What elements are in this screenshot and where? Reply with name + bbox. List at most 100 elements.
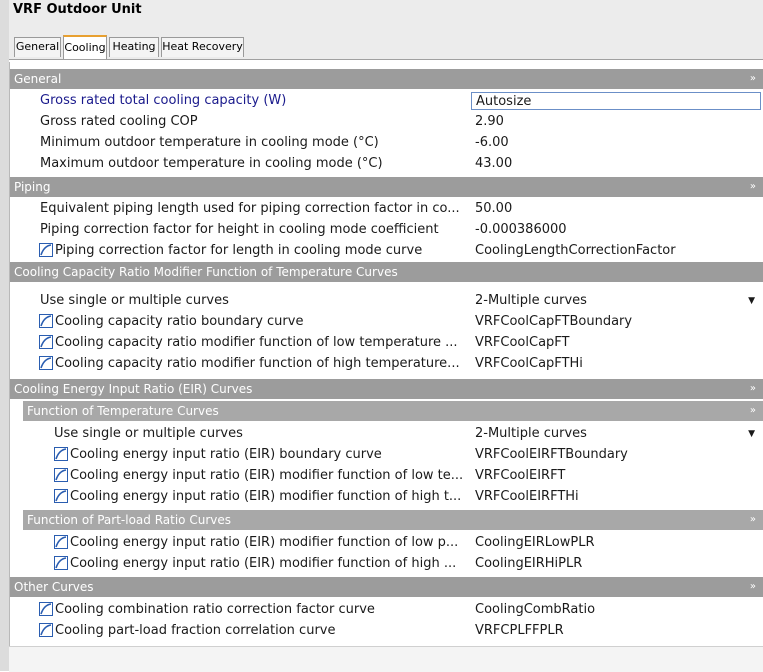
- tab-general[interactable]: General: [14, 37, 61, 57]
- section-eir-plr-curves[interactable]: Function of Part-load Ratio Curves »: [23, 510, 763, 530]
- property-label: Cooling energy input ratio (EIR) boundar…: [70, 447, 382, 462]
- eir-boundary-curve-value[interactable]: VRFCoolEIRFTBoundary: [471, 446, 761, 464]
- left-edge: [0, 0, 9, 671]
- row-cap-ratio-low-temp-curve[interactable]: Cooling capacity ratio modifier function…: [19, 332, 763, 353]
- collapse-chevron-icon[interactable]: »: [750, 510, 756, 530]
- curve-icon[interactable]: [54, 447, 68, 461]
- row-cap-ratio-high-temp-curve[interactable]: Cooling capacity ratio modifier function…: [19, 353, 763, 374]
- eir-low-plr-curve-value[interactable]: CoolingEIRLowPLR: [471, 534, 761, 552]
- row-eir-high-plr-curve[interactable]: Cooling energy input ratio (EIR) modifie…: [19, 553, 763, 574]
- section-general[interactable]: General »: [10, 69, 763, 89]
- row-eir-low-temp-curve[interactable]: Cooling energy input ratio (EIR) modifie…: [19, 465, 763, 486]
- property-label: Use single or multiple curves: [40, 293, 229, 308]
- collapse-chevron-icon[interactable]: »: [750, 177, 756, 197]
- piping-length-curve-value[interactable]: CoolingLengthCorrectionFactor: [471, 242, 761, 260]
- part-load-fraction-curve-value[interactable]: VRFCPLFFPLR: [471, 622, 761, 640]
- row-cap-use-single-multiple[interactable]: Use single or multiple curves 2-Multiple…: [19, 290, 763, 311]
- collapse-chevron-icon[interactable]: »: [750, 69, 756, 89]
- row-eir-use-single-multiple[interactable]: Use single or multiple curves 2-Multiple…: [19, 423, 763, 444]
- property-label: Cooling energy input ratio (EIR) modifie…: [70, 489, 462, 504]
- cap-ratio-low-temp-curve-value[interactable]: VRFCoolCapFT: [471, 334, 761, 352]
- row-eir-high-temp-curve[interactable]: Cooling energy input ratio (EIR) modifie…: [19, 486, 763, 507]
- property-label: Cooling combination ratio correction fac…: [55, 602, 375, 617]
- cap-ratio-boundary-curve-value[interactable]: VRFCoolCapFTBoundary: [471, 313, 761, 331]
- dropdown-arrow-icon[interactable]: ▼: [748, 425, 755, 443]
- curve-icon[interactable]: [39, 243, 53, 257]
- vrf-outdoor-unit-window: VRF Outdoor Unit General Cooling Heating…: [0, 0, 763, 672]
- section-eir-temperature-curves[interactable]: Function of Temperature Curves »: [23, 401, 763, 421]
- row-equivalent-piping-length[interactable]: Equivalent piping length used for piping…: [19, 198, 763, 219]
- property-label: Maximum outdoor temperature in cooling m…: [40, 156, 383, 171]
- title-bar: VRF Outdoor Unit: [9, 0, 763, 23]
- section-cooling-eir-curves[interactable]: Cooling Energy Input Ratio (EIR) Curves …: [10, 379, 763, 399]
- property-label: Cooling energy input ratio (EIR) modifie…: [70, 535, 459, 550]
- tab-heat-recovery[interactable]: Heat Recovery: [161, 37, 244, 57]
- collapse-chevron-icon[interactable]: »: [750, 577, 756, 597]
- section-cooling-eir-curves-label: Cooling Energy Input Ratio (EIR) Curves: [14, 382, 253, 396]
- row-part-load-fraction-curve[interactable]: Cooling part-load fraction correlation c…: [19, 620, 763, 641]
- row-piping-height-coefficient[interactable]: Piping correction factor for height in c…: [19, 219, 763, 240]
- gross-rated-total-cooling-capacity-input[interactable]: Autosize: [471, 92, 761, 110]
- cap-ratio-high-temp-curve-value[interactable]: VRFCoolCapFTHi: [471, 355, 761, 373]
- eir-high-plr-curve-value[interactable]: CoolingEIRHiPLR: [471, 555, 761, 573]
- max-outdoor-temp-cooling-value[interactable]: 43.00: [471, 155, 761, 173]
- section-eir-plr-curves-label: Function of Part-load Ratio Curves: [27, 513, 231, 527]
- curve-icon[interactable]: [39, 314, 53, 328]
- tab-heating[interactable]: Heating: [109, 37, 159, 57]
- equivalent-piping-length-value[interactable]: 50.00: [471, 200, 761, 218]
- curve-icon[interactable]: [54, 556, 68, 570]
- curve-icon[interactable]: [54, 535, 68, 549]
- curve-icon[interactable]: [54, 489, 68, 503]
- grid-footer: [9, 646, 763, 672]
- property-label: Piping correction factor for height in c…: [40, 222, 439, 237]
- collapse-chevron-icon[interactable]: »: [750, 401, 756, 421]
- property-label: Gross rated total cooling capacity (W): [40, 93, 287, 108]
- eir-low-temp-curve-value[interactable]: VRFCoolEIRFT: [471, 467, 761, 485]
- dropdown-arrow-icon[interactable]: ▼: [748, 292, 755, 310]
- piping-height-coefficient-value[interactable]: -0.000386000: [471, 221, 761, 239]
- min-outdoor-temp-cooling-value[interactable]: -6.00: [471, 134, 761, 152]
- tab-strip: General Cooling Heating Heat Recovery: [9, 22, 763, 60]
- property-label: Cooling capacity ratio modifier function…: [55, 356, 460, 371]
- row-cap-ratio-boundary-curve[interactable]: Cooling capacity ratio boundary curve VR…: [19, 311, 763, 332]
- row-max-outdoor-temp-cooling[interactable]: Maximum outdoor temperature in cooling m…: [19, 153, 763, 174]
- eir-high-temp-curve-value[interactable]: VRFCoolEIRFTHi: [471, 488, 761, 506]
- property-label: Cooling capacity ratio boundary curve: [55, 314, 304, 329]
- gross-rated-cooling-cop-value[interactable]: 2.90: [471, 113, 761, 131]
- section-cooling-capacity-ratio-label: Cooling Capacity Ratio Modifier Function…: [14, 265, 398, 279]
- row-gross-rated-cooling-cop[interactable]: Gross rated cooling COP 2.90: [19, 111, 763, 132]
- row-eir-low-plr-curve[interactable]: Cooling energy input ratio (EIR) modifie…: [19, 532, 763, 553]
- curve-icon[interactable]: [39, 335, 53, 349]
- property-label: Cooling energy input ratio (EIR) modifie…: [70, 556, 457, 571]
- property-label: Minimum outdoor temperature in cooling m…: [40, 135, 379, 150]
- curve-icon[interactable]: [54, 468, 68, 482]
- section-eir-temperature-curves-label: Function of Temperature Curves: [27, 404, 219, 418]
- row-piping-length-curve[interactable]: Piping correction factor for length in c…: [19, 240, 763, 261]
- row-eir-boundary-curve[interactable]: Cooling energy input ratio (EIR) boundar…: [19, 444, 763, 465]
- section-cooling-capacity-ratio[interactable]: Cooling Capacity Ratio Modifier Function…: [10, 262, 763, 282]
- curve-icon[interactable]: [39, 623, 53, 637]
- section-other-curves-label: Other Curves: [14, 580, 94, 594]
- window-title: VRF Outdoor Unit: [13, 2, 142, 17]
- property-label: Cooling capacity ratio modifier function…: [55, 335, 458, 350]
- row-gross-rated-total-cooling-capacity[interactable]: Gross rated total cooling capacity (W) A…: [19, 90, 763, 111]
- section-general-label: General: [14, 72, 62, 86]
- cap-curves-selected-value: 2-Multiple curves: [475, 293, 587, 308]
- row-combination-ratio-curve[interactable]: Cooling combination ratio correction fac…: [19, 599, 763, 620]
- eir-curves-select[interactable]: 2-Multiple curves ▼: [471, 425, 761, 443]
- property-grid: General » Gross rated total cooling capa…: [9, 62, 763, 671]
- section-piping[interactable]: Piping »: [10, 177, 763, 197]
- row-min-outdoor-temp-cooling[interactable]: Minimum outdoor temperature in cooling m…: [19, 132, 763, 153]
- section-piping-label: Piping: [14, 180, 51, 194]
- curve-icon[interactable]: [39, 602, 53, 616]
- section-other-curves[interactable]: Other Curves »: [10, 577, 763, 597]
- property-label: Equivalent piping length used for piping…: [40, 201, 460, 216]
- collapse-chevron-icon[interactable]: »: [750, 379, 756, 399]
- curve-icon[interactable]: [39, 356, 53, 370]
- cap-curves-select[interactable]: 2-Multiple curves ▼: [471, 292, 761, 310]
- property-label: Piping correction factor for length in c…: [55, 243, 423, 258]
- tab-cooling[interactable]: Cooling: [63, 35, 107, 59]
- combination-ratio-curve-value[interactable]: CoolingCombRatio: [471, 601, 761, 619]
- property-label: Cooling part-load fraction correlation c…: [55, 623, 336, 638]
- property-label: Gross rated cooling COP: [40, 114, 198, 129]
